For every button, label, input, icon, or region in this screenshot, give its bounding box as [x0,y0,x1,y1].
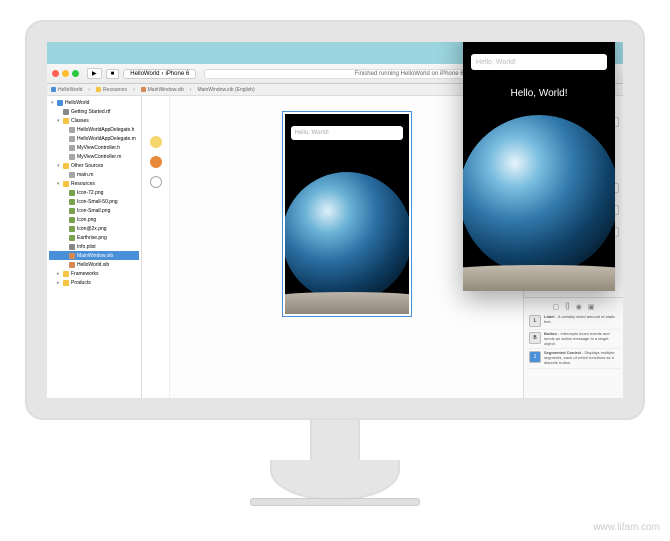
file-icon [69,235,75,241]
moon-surface-icon [285,292,409,314]
view-object-icon[interactable] [150,176,162,188]
imac-stand [290,420,380,490]
file-icon [69,145,75,151]
file-icon [63,118,69,124]
file-icon [63,271,69,277]
project-icon [51,87,56,92]
jump-segment[interactable]: MainWindow.xib [141,87,184,93]
nav-item-xib[interactable]: HelloWorld.xib [49,260,139,269]
imac-screen-bezel: ▶ ■ HelloWorld › iPhone 6 Finished runni… [25,20,645,420]
jump-segment[interactable]: MainWindow.xib (English) [197,87,254,93]
nav-item-png[interactable]: Icon-Small.png [49,206,139,215]
sim-hello-label: Hello, World! [463,88,615,99]
nav-item-png[interactable]: Earthrise.png [49,233,139,242]
nav-item-xib[interactable]: MainWindow.xib [49,251,139,260]
media-icon[interactable]: ▣ [588,303,595,311]
nav-item-png[interactable]: Icon-Small-50.png [49,197,139,206]
nav-item-file[interactable]: Getting Started.rtf [49,107,139,116]
file-icon [69,199,75,205]
chevron-right-icon: › [88,87,90,93]
jump-segment[interactable]: Resources [96,87,127,93]
jump-segment[interactable]: HelloWorld [51,87,82,93]
minimize-icon[interactable] [62,70,69,77]
ib-background-image [285,170,409,314]
file-icon [63,109,69,115]
file-icon [69,154,75,160]
project-icon [57,100,63,106]
nav-item-png[interactable]: Icon-72.png [49,188,139,197]
library-item-icon: L [529,315,541,327]
file-icon [69,208,75,214]
file-icon [69,127,75,133]
file-icon [69,253,75,259]
first-responder-icon[interactable] [150,156,162,168]
library-item[interactable]: LLabel - A variably sized amount of stat… [527,313,620,330]
nav-item-png[interactable]: Icon@2x.png [49,224,139,233]
nav-item-m[interactable]: MyViewController.m [49,152,139,161]
nav-item-png[interactable]: Icon.png [49,215,139,224]
object-library[interactable]: ▢ {} ◉ ▣ LLabel - A variably sized amoun… [524,298,623,398]
nav-project[interactable]: ▾HelloWorld [49,98,139,107]
nav-item-m[interactable]: main.m [49,170,139,179]
library-item-icon: B [529,332,541,344]
library-item[interactable]: 1Segmented Control - Displays multiple s… [527,349,620,368]
sim-textfield[interactable]: Hello, World! [471,54,607,70]
imac-display: ▶ ■ HelloWorld › iPhone 6 Finished runni… [47,42,623,398]
file-icon [69,217,75,223]
files-owner-icon[interactable] [150,136,162,148]
watermark: www.lifam.com [593,522,660,533]
nav-item-folder[interactable]: ▸Products [49,278,139,287]
close-icon[interactable] [52,70,59,77]
scheme-selector[interactable]: HelloWorld › iPhone 6 [123,69,196,79]
file-icon [69,244,75,250]
folder-icon [96,87,101,92]
nav-item-plist[interactable]: Info.plist [49,242,139,251]
ib-device-frame[interactable]: Hello, World! [282,111,412,317]
nav-item-m[interactable]: HelloWorldAppDelegate.m [49,134,139,143]
stop-button[interactable]: ■ [106,69,120,79]
object-icon[interactable]: ◉ [576,303,582,311]
ib-textfield[interactable]: Hello, World! [291,126,403,140]
imac-mockup: ▶ ■ HelloWorld › iPhone 6 Finished runni… [25,20,645,530]
scheme-app-label: HelloWorld [130,71,159,77]
file-icon [69,262,75,268]
window-traffic-lights [52,70,79,77]
code-snippet-icon[interactable]: {} [565,303,570,311]
file-icon [69,190,75,196]
file-icon [63,163,69,169]
earth-icon [463,115,615,275]
scheme-device-label: iPhone 6 [165,71,189,77]
simulator-screen[interactable]: Hello, World! Hello, World! [463,42,615,291]
nav-item-folder[interactable]: ▾Resources [49,179,139,188]
file-icon [63,181,69,187]
xib-icon [141,87,146,92]
chevron-right-icon: › [161,71,163,77]
document-outline-rail[interactable] [142,96,170,398]
nav-item-folder[interactable]: ▾Other Sources [49,161,139,170]
moon-surface-icon [463,265,615,291]
file-icon [63,280,69,286]
nav-item-folder[interactable]: ▾Classes [49,116,139,125]
ib-view[interactable]: Hello, World! [285,114,409,314]
sim-background-image [463,107,615,291]
file-template-icon[interactable]: ▢ [552,303,559,311]
chevron-right-icon: › [190,87,192,93]
library-item[interactable]: BButton - Intercepts touch events and se… [527,330,620,349]
chevron-right-icon: › [133,87,135,93]
project-navigator[interactable]: ▾HelloWorld Getting Started.rtf▾ClassesH… [47,96,142,398]
run-button[interactable]: ▶ [87,68,102,79]
library-item-icon: 1 [529,351,541,363]
nav-item-folder[interactable]: ▸Frameworks [49,269,139,278]
earth-icon [285,172,409,302]
library-tabs[interactable]: ▢ {} ◉ ▣ [527,301,620,313]
file-icon [69,136,75,142]
nav-item-h[interactable]: HelloWorldAppDelegate.h [49,125,139,134]
maximize-icon[interactable] [72,70,79,77]
nav-item-h[interactable]: MyViewController.h [49,143,139,152]
file-icon [69,226,75,232]
ios-simulator-window: iOS Simulator - iPhone 6 - iPhone 6 / iO… [463,42,615,291]
file-icon [69,172,75,178]
